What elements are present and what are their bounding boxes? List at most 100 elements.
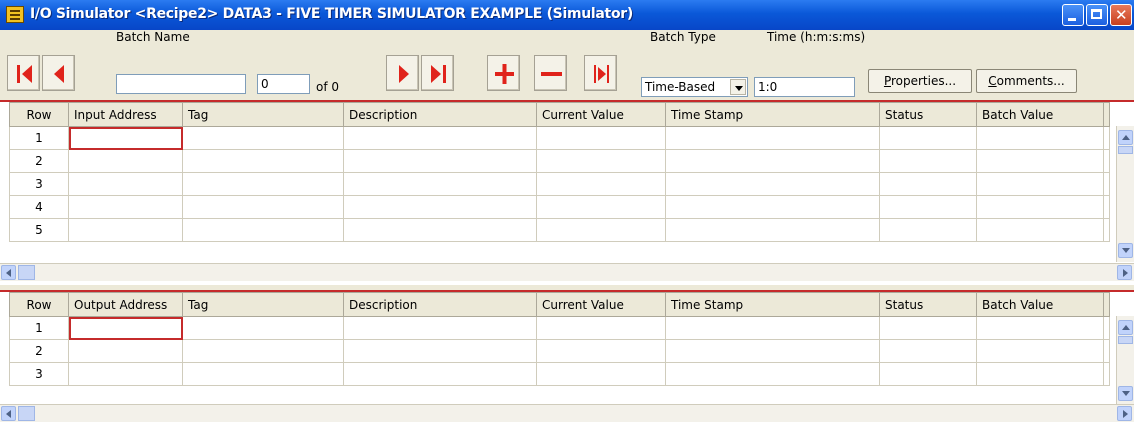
- description-cell[interactable]: [343, 339, 537, 363]
- tag-cell[interactable]: [182, 339, 344, 363]
- current-value-cell[interactable]: [536, 218, 666, 242]
- first-batch-button[interactable]: [7, 55, 40, 91]
- col-header-description[interactable]: Description: [343, 102, 537, 127]
- batch-value-cell[interactable]: [976, 339, 1104, 363]
- description-cell[interactable]: [343, 316, 537, 340]
- time-stamp-cell[interactable]: [665, 195, 880, 219]
- batch-value-cell[interactable]: [976, 126, 1104, 150]
- tag-cell[interactable]: [182, 149, 344, 173]
- input-address-cell[interactable]: [68, 172, 183, 196]
- time-stamp-cell[interactable]: [665, 126, 880, 150]
- col-header-tag[interactable]: Tag: [182, 102, 344, 127]
- maximize-button[interactable]: [1086, 4, 1108, 26]
- current-value-cell[interactable]: [536, 195, 666, 219]
- properties-button[interactable]: Properties...: [868, 69, 972, 93]
- description-cell[interactable]: [343, 362, 537, 386]
- col-header-status[interactable]: Status: [879, 102, 977, 127]
- tag-cell[interactable]: [182, 362, 344, 386]
- current-value-cell[interactable]: [536, 172, 666, 196]
- col-header-current-value[interactable]: Current Value: [536, 102, 666, 127]
- tag-cell[interactable]: [182, 195, 344, 219]
- scroll-right-icon[interactable]: [1117, 265, 1132, 280]
- status-cell[interactable]: [879, 316, 977, 340]
- tag-cell[interactable]: [182, 218, 344, 242]
- col-header-input-address[interactable]: Input Address: [68, 102, 183, 127]
- col-header-batch-value[interactable]: Batch Value: [976, 292, 1104, 317]
- comments-button[interactable]: Comments...: [976, 69, 1077, 93]
- input-address-cell[interactable]: [68, 218, 183, 242]
- current-value-cell[interactable]: [536, 149, 666, 173]
- input-vertical-scrollbar[interactable]: [1116, 126, 1134, 262]
- scroll-left-icon[interactable]: [1, 406, 16, 421]
- col-header-time-stamp[interactable]: Time Stamp: [665, 292, 880, 317]
- scroll-up-icon[interactable]: [1118, 320, 1133, 335]
- tag-cell[interactable]: [182, 316, 344, 340]
- scroll-thumb[interactable]: [18, 406, 35, 421]
- col-header-output-address[interactable]: Output Address: [68, 292, 183, 317]
- batch-value-cell[interactable]: [976, 149, 1104, 173]
- scroll-thumb[interactable]: [1118, 146, 1133, 154]
- status-cell[interactable]: [879, 149, 977, 173]
- time-stamp-cell[interactable]: [665, 316, 880, 340]
- scroll-up-icon[interactable]: [1118, 130, 1133, 145]
- add-batch-button[interactable]: [487, 55, 520, 91]
- time-stamp-cell[interactable]: [665, 218, 880, 242]
- description-cell[interactable]: [343, 126, 537, 150]
- batch-value-cell[interactable]: [976, 172, 1104, 196]
- title-bar[interactable]: I/O Simulator <Recipe2> DATA3 - FIVE TIM…: [0, 0, 1134, 30]
- input-horizontal-scrollbar[interactable]: [0, 263, 1134, 281]
- batch-value-cell[interactable]: [976, 218, 1104, 242]
- description-cell[interactable]: [343, 218, 537, 242]
- input-address-cell[interactable]: [68, 149, 183, 173]
- batch-value-cell[interactable]: [976, 362, 1104, 386]
- next-batch-button[interactable]: [386, 55, 419, 91]
- status-cell[interactable]: [879, 339, 977, 363]
- output-address-cell[interactable]: [68, 362, 183, 386]
- scroll-down-icon[interactable]: [1118, 386, 1133, 401]
- time-stamp-cell[interactable]: [665, 172, 880, 196]
- batch-type-select[interactable]: Time-Based: [641, 77, 748, 97]
- batch-value-cell[interactable]: [976, 195, 1104, 219]
- scroll-thumb[interactable]: [1118, 336, 1133, 344]
- last-batch-button[interactable]: [421, 55, 454, 91]
- batch-index-input[interactable]: 0: [257, 74, 310, 94]
- col-header-status[interactable]: Status: [879, 292, 977, 317]
- status-cell[interactable]: [879, 172, 977, 196]
- current-value-cell[interactable]: [536, 339, 666, 363]
- batch-name-input[interactable]: [116, 74, 246, 94]
- close-button[interactable]: [1110, 4, 1132, 26]
- batch-value-cell[interactable]: [976, 316, 1104, 340]
- remove-batch-button[interactable]: [534, 55, 567, 91]
- previous-batch-button[interactable]: [42, 55, 75, 91]
- col-header-tag[interactable]: Tag: [182, 292, 344, 317]
- scroll-right-icon[interactable]: [1117, 406, 1132, 421]
- description-cell[interactable]: [343, 195, 537, 219]
- status-cell[interactable]: [879, 195, 977, 219]
- time-stamp-cell[interactable]: [665, 149, 880, 173]
- col-header-batch-value[interactable]: Batch Value: [976, 102, 1104, 127]
- chevron-down-icon[interactable]: [730, 79, 746, 95]
- scroll-left-icon[interactable]: [1, 265, 16, 280]
- input-address-cell[interactable]: [68, 126, 183, 150]
- col-header-row[interactable]: Row: [9, 102, 69, 127]
- go-to-batch-button[interactable]: [584, 55, 617, 91]
- current-value-cell[interactable]: [536, 316, 666, 340]
- time-input[interactable]: 1:0: [754, 77, 855, 97]
- output-address-cell[interactable]: [68, 316, 183, 340]
- col-header-current-value[interactable]: Current Value: [536, 292, 666, 317]
- current-value-cell[interactable]: [536, 126, 666, 150]
- status-cell[interactable]: [879, 126, 977, 150]
- minimize-button[interactable]: [1062, 4, 1084, 26]
- status-cell[interactable]: [879, 218, 977, 242]
- scroll-down-icon[interactable]: [1118, 243, 1133, 258]
- col-header-time-stamp[interactable]: Time Stamp: [665, 102, 880, 127]
- output-address-cell[interactable]: [68, 339, 183, 363]
- time-stamp-cell[interactable]: [665, 362, 880, 386]
- col-header-description[interactable]: Description: [343, 292, 537, 317]
- output-vertical-scrollbar[interactable]: [1116, 316, 1134, 404]
- current-value-cell[interactable]: [536, 362, 666, 386]
- tag-cell[interactable]: [182, 172, 344, 196]
- time-stamp-cell[interactable]: [665, 339, 880, 363]
- output-horizontal-scrollbar[interactable]: [0, 404, 1134, 422]
- tag-cell[interactable]: [182, 126, 344, 150]
